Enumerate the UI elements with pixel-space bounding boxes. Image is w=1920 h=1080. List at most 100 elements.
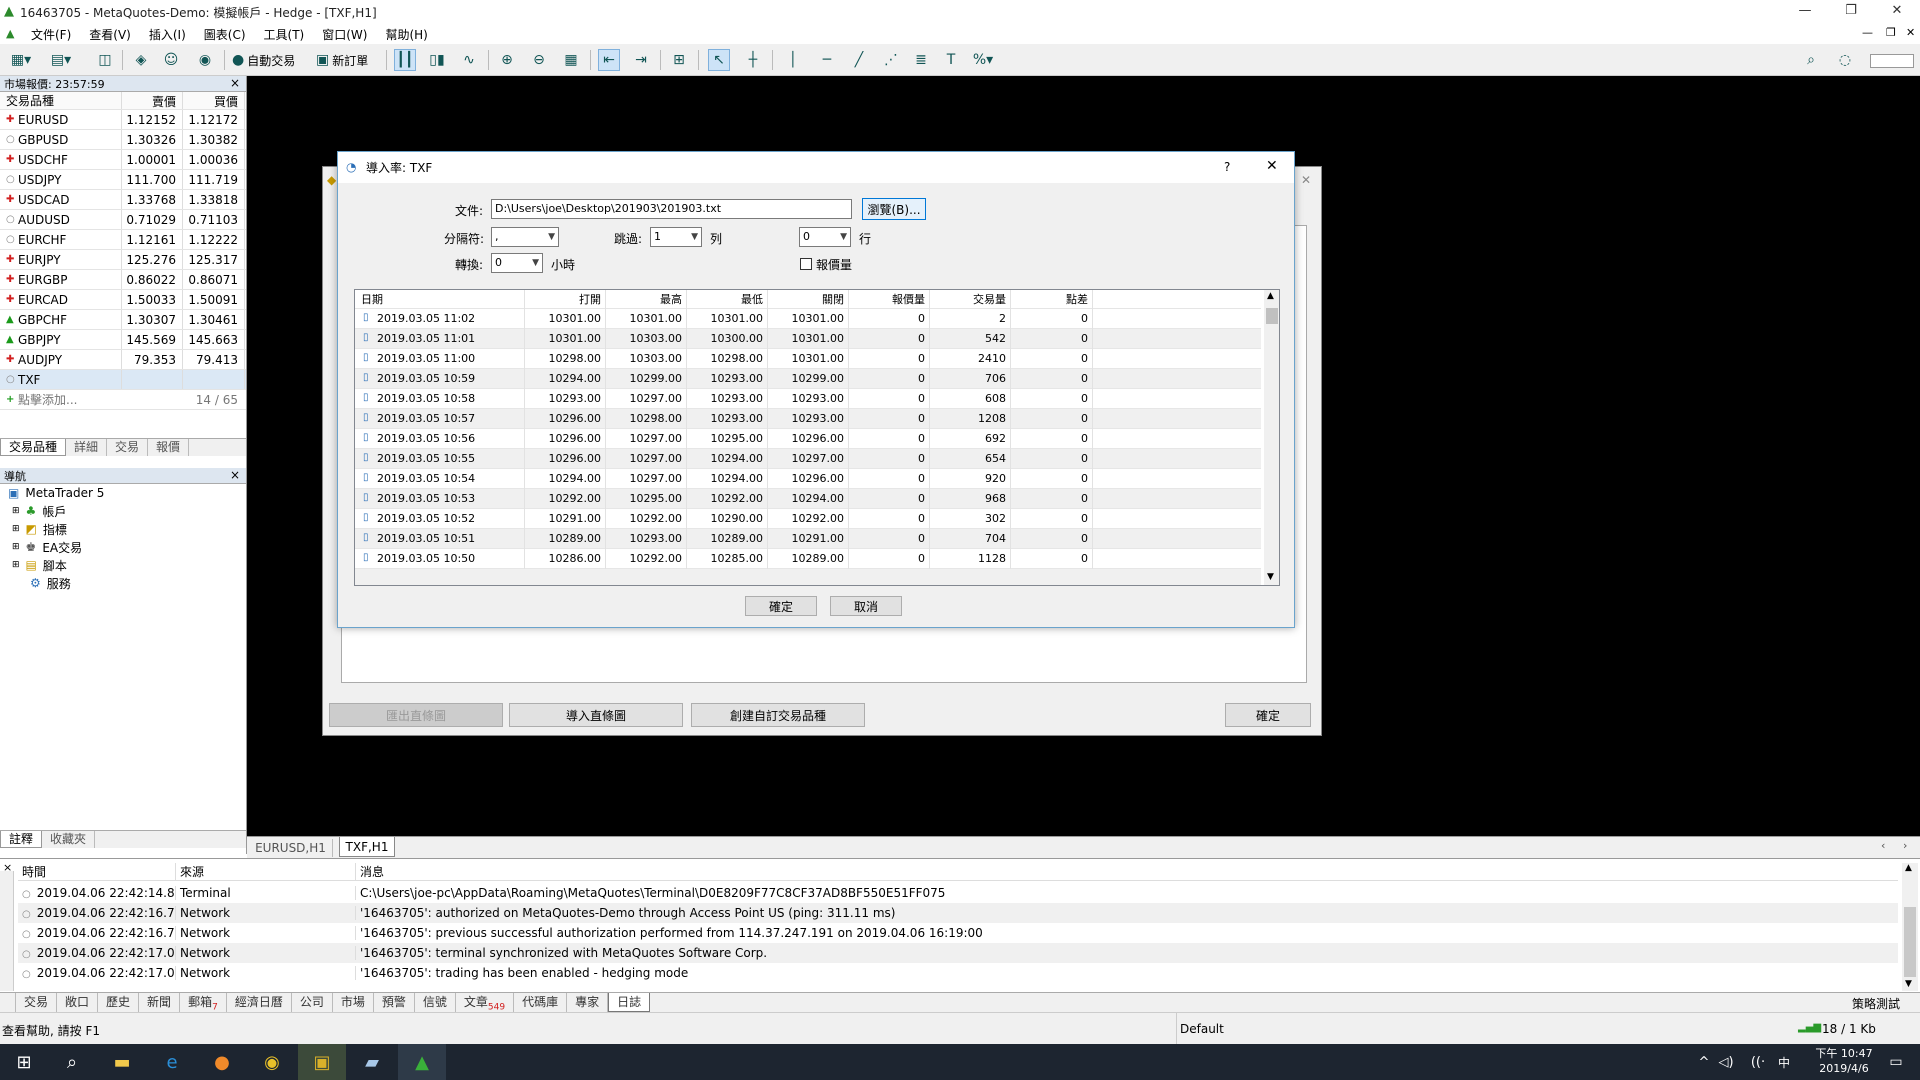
auto-trade-button[interactable]: ● 自動交易 [232,49,295,71]
tab-trading[interactable]: 交易 [107,439,149,456]
menu-help[interactable]: 幫助(H) [376,26,436,43]
menu-insert[interactable]: 插入(I) [140,26,195,43]
grid-column-header[interactable]: 最低 [687,290,768,309]
market-watch-row[interactable]: ○ GBPUSD 1.30326 1.30382 [0,130,246,150]
tab-favorites[interactable]: 收藏夾 [42,831,96,848]
tab-codebase[interactable]: 代碼庫 [514,993,568,1012]
edge-icon[interactable]: e [148,1044,196,1080]
market-watch-row[interactable]: ✚ EURGBP 0.86022 0.86071 [0,270,246,290]
new-chart-icon[interactable]: ▦▾ [10,49,32,71]
mdi-close-button[interactable]: ✕ [1906,26,1915,39]
close-icon[interactable]: × [230,468,240,482]
grid-column-header[interactable]: 打開 [525,290,606,309]
market-watch-row[interactable]: ▲ GBPJPY 145.569 145.663 [0,330,246,350]
nav-item-accounts[interactable]: ⊞ ♣ 帳戶 [0,502,246,520]
tab-details[interactable]: 詳細 [66,439,108,456]
tab-alerts[interactable]: 預警 [374,993,415,1012]
market-watch-row[interactable]: ▲ GBPCHF 1.30307 1.30461 [0,310,246,330]
file-path-input[interactable]: D:\Users\joe\Desktop\201903\201903.txt [491,199,852,219]
indicators-icon[interactable]: ⊞ [668,49,690,71]
metaeditor-icon[interactable]: ▲ [398,1044,446,1080]
column-message[interactable]: 消息 [356,863,384,880]
menu-window[interactable]: 窗口(W) [313,26,376,43]
tab-scroll-left-icon[interactable]: ‹ [1881,839,1885,852]
chart-shift-icon[interactable]: ⇥ [630,49,652,71]
journal-row[interactable]: ○ 2019.04.06 22:42:17.0... Network '1646370… [18,963,1898,983]
column-symbol[interactable]: 交易品種 [0,92,122,109]
metatrader-task-icon[interactable]: ▣ [298,1044,346,1080]
tab-signals[interactable]: 信號 [415,993,456,1012]
tab-scroll-right-icon[interactable]: › [1903,839,1907,852]
market-watch-row[interactable]: ○ AUDUSD 0.71029 0.71103 [0,210,246,230]
grid-column-header[interactable]: 日期 [355,290,525,309]
tab-calendar[interactable]: 經濟日曆 [227,993,292,1012]
tab-trade[interactable]: 交易 [16,993,58,1012]
mdi-restore-button[interactable]: ❐ [1886,26,1896,39]
profiles-icon[interactable]: ▤▾ [50,49,72,71]
tab-exposure[interactable]: 敞口 [57,993,99,1012]
scroll-down-icon[interactable]: ▼ [1905,979,1912,989]
skip-rows-select[interactable]: 1 ▼ [650,227,702,247]
tab-common[interactable]: 註釋 [0,831,43,848]
grid-row[interactable]: 2019.03.05 11:00 10298.00 10303.00 10298.00… [355,349,1261,369]
cancel-button[interactable]: 取消 [830,596,902,616]
grid-row[interactable]: 2019.03.05 10:54 10294.00 10297.00 10294.00… [355,469,1261,489]
scroll-thumb[interactable] [1266,308,1278,324]
close-icon[interactable]: ✕ [1301,173,1311,187]
chat-icon[interactable]: ◌ [1834,49,1856,71]
tab-symbols[interactable]: 交易品種 [0,439,67,456]
ok-button[interactable]: 確定 [1225,703,1311,727]
minimize-button[interactable]: — [1782,0,1828,24]
column-bid[interactable]: 賣價 [122,92,183,109]
search-icon[interactable]: ⌕ [1800,49,1822,71]
close-window-button[interactable]: ✕ [1874,0,1920,24]
start-icon[interactable]: ⊞ [0,1044,48,1080]
menu-view[interactable]: 查看(V) [80,26,140,43]
grid-row[interactable]: 2019.03.05 11:01 10301.00 10303.00 10300.00… [355,329,1261,349]
tab-ticks[interactable]: 報價 [148,439,190,456]
notification-icon[interactable]: ▭ [1872,1044,1920,1080]
fibonacci-icon[interactable]: ≣ [910,49,932,71]
search-icon[interactable]: ⌕ [48,1044,96,1080]
grid-row[interactable]: 2019.03.05 10:55 10296.00 10297.00 10294.00… [355,449,1261,469]
grid-row[interactable]: 2019.03.05 10:52 10291.00 10292.00 10290.00… [355,509,1261,529]
grid-column-header[interactable]: 最高 [606,290,687,309]
separator-select[interactable]: , ▼ [491,227,559,247]
tab-experts[interactable]: 專家 [567,993,609,1012]
tab-market[interactable]: 市場 [333,993,374,1012]
grid-row[interactable]: 2019.03.05 10:57 10296.00 10298.00 10293.00… [355,409,1261,429]
nav-item-indicators[interactable]: ⊞ ◩ 指標 [0,520,246,538]
tab-articles[interactable]: 文章549 [456,993,515,1012]
grid-column-header[interactable]: 報價量 [849,290,930,309]
market-watch-row[interactable]: ✚ EURUSD 1.12152 1.12172 [0,110,246,130]
firefox-icon[interactable]: ● [198,1044,246,1080]
browse-button[interactable]: 瀏覽(B)... [862,198,926,220]
tile-windows-icon[interactable]: ▦ [560,49,582,71]
crosshair-icon[interactable]: ┼ [742,49,764,71]
strategy-tester-tab[interactable]: 策略測試 [1852,995,1900,1012]
file-explorer-icon[interactable]: ▬ [98,1044,146,1080]
nav-root[interactable]: ▣ MetaTrader 5 [0,484,246,502]
grid-row[interactable]: 2019.03.05 10:53 10292.00 10295.00 10292.00… [355,489,1261,509]
export-bars-button[interactable]: 匯出直條圖 [329,703,503,727]
preview-grid[interactable]: 日期 打開 最高 最低 關閉 報價量 交易量 點差 2019.03.05 11:02 10301… [354,289,1280,586]
navigator-icon[interactable]: ☺ [160,49,182,71]
grid-column-header[interactable]: 交易量 [930,290,1011,309]
restore-button[interactable]: ❐ [1828,0,1874,24]
tab-mailbox[interactable]: 郵箱7 [180,993,227,1012]
zoom-in-icon[interactable]: ⊕ [496,49,518,71]
journal-row[interactable]: ○ 2019.04.06 22:42:16.7... Network '1646370… [18,923,1898,943]
horizontal-line-icon[interactable]: ─ [816,49,838,71]
market-watch-icon[interactable]: ◫ [94,49,116,71]
terminal-icon[interactable]: ◈ [130,49,152,71]
grid-scrollbar[interactable]: ▲ ▼ [1264,290,1279,585]
column-ask[interactable]: 買價 [183,92,245,109]
import-bars-button[interactable]: 導入直條圖 [509,703,683,727]
candlestick-icon[interactable]: ▯▮ [426,49,448,71]
scroll-up-icon[interactable]: ▲ [1905,863,1912,873]
close-icon[interactable]: × [230,76,240,90]
help-button[interactable]: ? [1224,160,1230,174]
grid-row[interactable]: 2019.03.05 10:56 10296.00 10297.00 10295.00… [355,429,1261,449]
market-watch-row[interactable]: ○ EURCHF 1.12161 1.12222 [0,230,246,250]
grid-row[interactable]: 2019.03.05 10:50 10286.00 10292.00 10285.00… [355,549,1261,569]
